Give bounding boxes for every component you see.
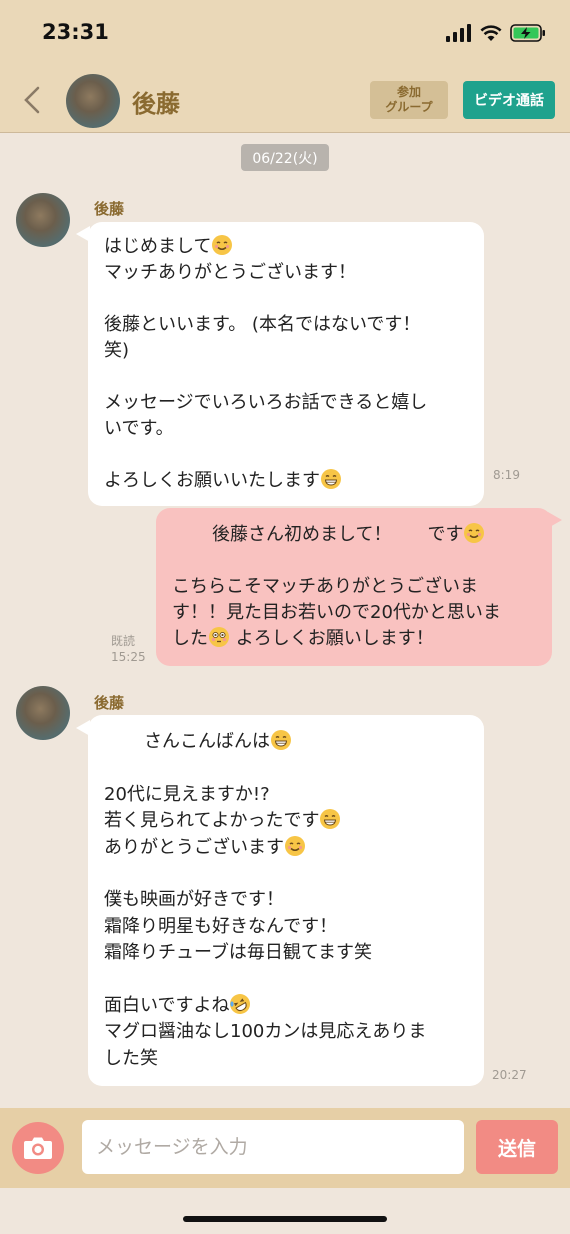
send-button[interactable]: 送信 <box>476 1120 558 1174</box>
grin-emoji-icon <box>321 469 341 489</box>
sender-avatar[interactable] <box>16 193 70 247</box>
smile-emoji-icon <box>212 235 233 255</box>
status-icons <box>446 24 546 42</box>
flushed-emoji-icon <box>209 627 229 647</box>
message-input[interactable] <box>82 1120 464 1174</box>
sender-avatar[interactable] <box>16 686 70 740</box>
home-indicator[interactable] <box>183 1216 387 1222</box>
contact-avatar[interactable] <box>66 74 120 128</box>
message-time: 8:19 <box>493 468 520 482</box>
message-time: 20:27 <box>492 1068 527 1082</box>
message-bubble-incoming: さんこんばんは 20代に見えますか!? 若く見られてよかったです ありがとうござ… <box>88 715 484 1087</box>
sender-name: 後藤 <box>94 694 125 712</box>
message-bubble-incoming: はじめまして マッチありがとうございます！ 後藤といいます。 (本名ではないです… <box>88 222 484 506</box>
message-text: 後藤さん初めまして！ です <box>212 524 464 545</box>
battery-charging-icon <box>510 24 545 42</box>
message-text: さんこんばんは <box>144 731 270 752</box>
message-composer: 送信 <box>0 1108 570 1188</box>
camera-button[interactable] <box>12 1122 64 1174</box>
wifi-icon <box>480 25 502 41</box>
message-text: マッチありがとうございます！ 後藤といいます。 (本名ではないです！ 笑) メッ… <box>104 262 428 491</box>
message-text: 20代に見えますか!? 若く見られてよかったです <box>104 783 320 832</box>
message-text: ありがとうございます <box>104 836 284 858</box>
camera-icon <box>24 1137 52 1159</box>
contact-name: 後藤 <box>132 90 180 118</box>
chat-header: 後藤 参加 グループ ビデオ通話 <box>0 68 570 133</box>
rofl-emoji-icon <box>230 994 251 1015</box>
join-group-button[interactable]: 参加 グループ <box>370 81 448 119</box>
status-bar: 23:31 <box>0 0 570 68</box>
message-text: マグロ醤油なし100カンは見応えありま した笑 <box>104 1021 427 1069</box>
status-time: 23:31 <box>42 20 109 44</box>
smile-emoji-icon <box>464 523 485 543</box>
message-text: よろしくお願いします！ <box>230 628 434 649</box>
signal-icon <box>446 24 471 42</box>
message-text: はじめまして <box>104 236 212 257</box>
message-bubble-outgoing: 後藤さん初めまして！ です こちらこそマッチありがとうございま す！！見た目お若… <box>156 508 552 666</box>
message-time: 15:25 <box>111 650 146 664</box>
read-receipt: 既読 <box>111 634 136 648</box>
back-chevron-icon[interactable] <box>18 82 48 118</box>
grin-emoji-icon <box>320 809 341 830</box>
smile-emoji-icon <box>285 835 305 856</box>
video-call-button[interactable]: ビデオ通話 <box>463 81 555 119</box>
grin-emoji-icon <box>271 730 291 750</box>
sender-name: 後藤 <box>94 200 125 218</box>
date-separator: 06/22(火) <box>241 144 329 171</box>
